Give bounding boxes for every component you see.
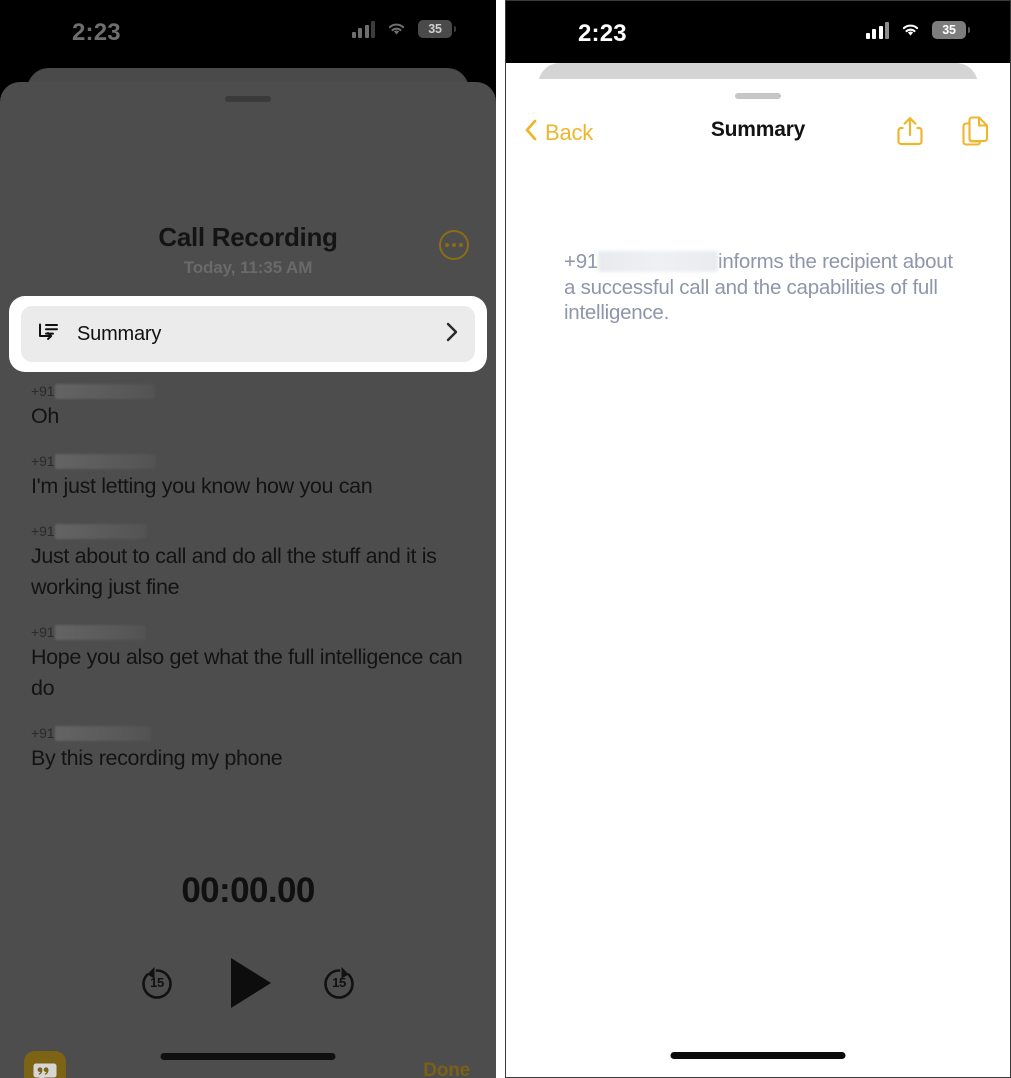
summary-sheet: Back Summary +91 informs the recipient a… [506, 79, 1010, 1077]
speaker-prefix: +91 [31, 523, 55, 539]
page-title: Call Recording [158, 222, 338, 252]
speaker-prefix: +91 [31, 453, 55, 469]
home-indicator-left [160, 1053, 336, 1060]
transcript-item: +91 I'm just letting you know how you ca… [31, 452, 474, 502]
transcript-speaker: +91 [31, 382, 474, 400]
right-phone-screen: 2:23 35 Back Summary +91 informs the rec… [505, 0, 1011, 1078]
ellipsis-circle-icon[interactable] [439, 230, 469, 260]
copy-documents-icon[interactable] [960, 115, 990, 152]
playback-controls: 15 15 [0, 954, 496, 1012]
battery-icon: 35 [418, 20, 456, 38]
call-recording-sheet: Call Recording Today, 11:35 AM Summary +… [0, 82, 496, 1078]
rewind-15-icon[interactable]: 15 [137, 963, 177, 1003]
forward-seconds-label: 15 [332, 975, 346, 990]
redaction-block [598, 251, 719, 272]
transcript-text: I'm just letting you know how you can [31, 474, 373, 498]
transcript-text: Hope you also get what the full intellig… [31, 645, 463, 700]
transcript-speaker: +91 [31, 623, 474, 641]
status-bar-time: 2:23 [578, 20, 627, 47]
redaction-block [55, 725, 152, 741]
chevron-right-icon [445, 320, 459, 349]
summary-row-highlight: Summary [9, 296, 487, 372]
transcript-quote-bubble-icon[interactable] [24, 1051, 66, 1078]
recording-timestamp: Today, 11:35 AM [183, 258, 313, 277]
forward-15-icon[interactable]: 15 [319, 963, 359, 1003]
transcript-speaker: +91 [31, 452, 474, 470]
playback-timecode: 00:00.00 [181, 871, 315, 910]
transcript-text: By this recording my phone [31, 746, 283, 770]
transcript-list[interactable]: +91 Oh +91 I'm just letting you know how… [31, 382, 474, 794]
speaker-prefix: +91 [31, 383, 55, 399]
transcript-item: +91 Hope you also get what the full inte… [31, 623, 474, 704]
left-phone-screen: 2:23 35 Call Recording Today, 11:35 AM S… [0, 0, 496, 1078]
home-indicator-right [670, 1052, 846, 1059]
cellular-bars-icon [865, 21, 889, 39]
sheet-grabber-right[interactable] [735, 93, 781, 99]
summary-speaker-prefix: +91 [564, 250, 599, 273]
summary-text: +91 informs the recipient about a success… [564, 249, 968, 326]
screenshot-stage: 2:23 35 Call Recording Today, 11:35 AM S… [0, 0, 1011, 1078]
battery-percent: 35 [428, 22, 442, 36]
transcript-text: Just about to call and do all the stuff … [31, 544, 437, 599]
transcript-speaker: +91 [31, 724, 474, 742]
done-button[interactable]: Done [423, 1060, 470, 1078]
redaction-block [55, 624, 147, 640]
speaker-prefix: +91 [31, 725, 55, 741]
rewind-seconds-label: 15 [150, 975, 164, 990]
cellular-bars-icon [351, 20, 375, 38]
redaction-block [55, 383, 156, 399]
wifi-icon [386, 21, 407, 37]
summary-navbar: Back Summary [506, 113, 1010, 157]
transcript-item: +91 By this recording my phone [31, 724, 474, 774]
battery-percent: 35 [942, 23, 956, 37]
panel-gap [496, 0, 505, 1078]
summary-row[interactable]: Summary [21, 306, 475, 362]
transcript-text: Oh [31, 404, 59, 428]
transcript-speaker: +91 [31, 522, 474, 540]
status-bar-right: 2:23 35 [506, 1, 1010, 63]
sheet-grabber-left[interactable] [225, 96, 271, 102]
battery-icon: 35 [932, 21, 970, 39]
play-icon[interactable] [231, 958, 271, 1008]
summary-row-label: Summary [77, 322, 162, 345]
wifi-icon [900, 22, 921, 38]
speaker-prefix: +91 [31, 624, 55, 640]
redaction-block [55, 453, 157, 469]
summarize-list-arrow-icon [37, 320, 63, 349]
transcript-item: +91 Oh [31, 382, 474, 432]
share-up-arrow-icon[interactable] [896, 115, 924, 152]
status-bar-time: 2:23 [72, 19, 121, 46]
transcript-item: +91 Just about to call and do all the st… [31, 522, 474, 603]
status-bar-left: 2:23 35 [0, 0, 496, 62]
redaction-block [55, 523, 148, 539]
